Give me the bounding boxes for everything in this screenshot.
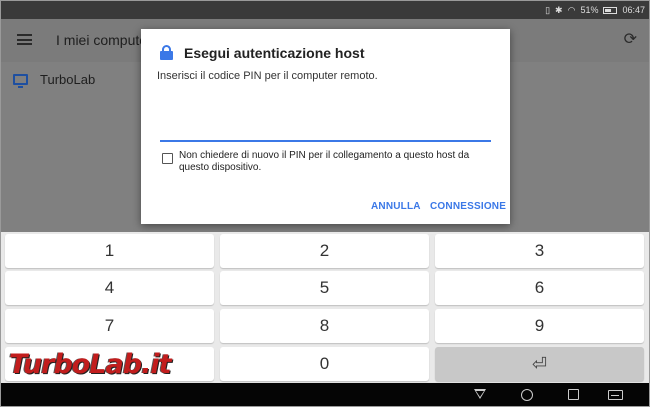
refresh-icon[interactable]: ⟳ xyxy=(624,29,637,49)
watermark-text: TurboLab.it xyxy=(9,348,172,380)
status-bar: ▯ ✱ ◠ 51% 06:47 xyxy=(1,1,649,19)
key-5[interactable]: 5 xyxy=(220,271,429,305)
key-1[interactable]: 1 xyxy=(5,234,214,268)
auth-dialog: Esegui autenticazione host Inserisci il … xyxy=(141,29,510,224)
key-6[interactable]: 6 xyxy=(435,271,644,305)
remember-pin-checkbox[interactable] xyxy=(162,153,173,164)
key-0[interactable]: 0 xyxy=(220,347,429,381)
key-7[interactable]: 7 xyxy=(5,309,214,343)
keyboard-icon[interactable] xyxy=(608,390,623,400)
device-screen: ▯ ✱ ◠ 51% 06:47 I miei computer ⟳ TurboL… xyxy=(0,0,650,407)
vibrate-icon: ▯ xyxy=(545,5,551,15)
turbolab-watermark: TurboLab.it xyxy=(9,345,172,383)
key-9[interactable]: 9 xyxy=(435,309,644,343)
clock: 06:47 xyxy=(622,5,645,15)
recent-apps-icon[interactable] xyxy=(568,389,579,400)
host-item[interactable]: TurboLab xyxy=(13,72,96,88)
home-icon[interactable] xyxy=(521,389,533,401)
status-icons: ▯ ✱ ◠ 51% 06:47 xyxy=(545,4,645,16)
monitor-icon xyxy=(13,74,28,88)
connect-button[interactable]: CONNESSIONE xyxy=(430,201,506,212)
pin-input[interactable] xyxy=(160,122,491,142)
key-2[interactable]: 2 xyxy=(220,234,429,268)
wifi-icon: ◠ xyxy=(567,5,576,15)
key-4[interactable]: 4 xyxy=(5,271,214,305)
menu-icon[interactable] xyxy=(17,34,32,45)
navigation-bar xyxy=(1,383,649,406)
key-8[interactable]: 8 xyxy=(220,309,429,343)
dialog-message: Inserisci il codice PIN per il computer … xyxy=(157,70,378,82)
bluetooth-icon: ✱ xyxy=(555,5,563,15)
dialog-title: Esegui autenticazione host xyxy=(184,45,365,61)
remember-pin-label[interactable]: Non chiedere di nuovo il PIN per il coll… xyxy=(179,150,499,174)
key-3[interactable]: 3 xyxy=(435,234,644,268)
back-icon[interactable] xyxy=(474,389,486,399)
battery-percent: 51% xyxy=(580,5,599,15)
enter-icon: ⏎ xyxy=(531,353,548,374)
cancel-button[interactable]: ANNULLA xyxy=(371,201,421,212)
enter-key[interactable]: ⏎ xyxy=(435,347,644,381)
battery-icon xyxy=(603,6,618,14)
lock-icon xyxy=(160,45,173,60)
host-name: TurboLab xyxy=(40,72,96,87)
app-title: I miei computer xyxy=(56,32,152,48)
